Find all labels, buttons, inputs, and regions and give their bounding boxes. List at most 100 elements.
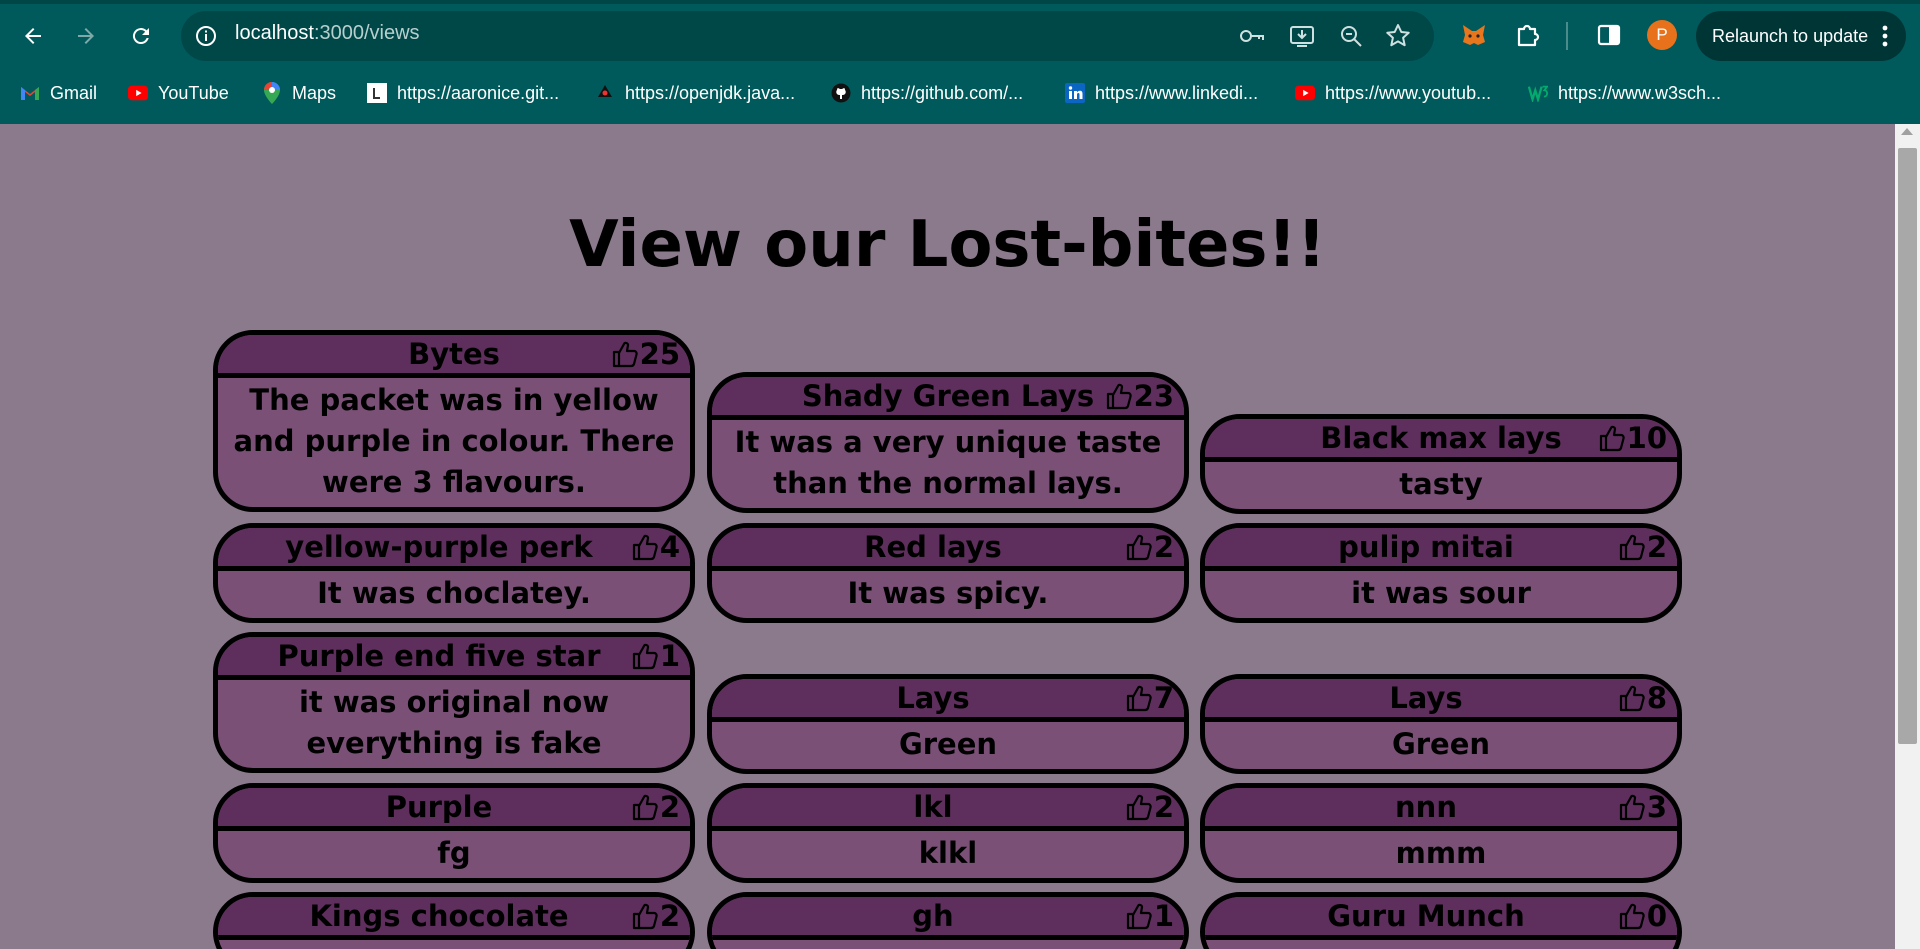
card-header: Guru Munch 0	[1205, 897, 1677, 940]
password-key-icon[interactable]	[1238, 22, 1266, 50]
snack-card: pulip mitai 2 it was sour	[1200, 523, 1682, 623]
card-header: Kings chocolate 2	[218, 897, 690, 940]
thumbs-up-icon	[1126, 685, 1152, 712]
snack-card: nnn 3 mmm	[1200, 783, 1682, 883]
relaunch-button[interactable]: Relaunch to update	[1696, 11, 1906, 61]
card-title: yellow-purple perk	[285, 530, 593, 564]
snack-card: Black max lays 10 tasty	[1200, 414, 1682, 514]
card-description: The packet was in yellow and purple in c…	[233, 383, 675, 499]
like-count: 4	[659, 530, 680, 564]
thumbs-up-icon	[1106, 383, 1132, 410]
side-panel-icon[interactable]	[1594, 20, 1624, 50]
install-app-icon[interactable]	[1288, 22, 1316, 50]
github-icon	[831, 83, 851, 103]
browser-chrome: localhost:3000/views P Relaunch to updat…	[0, 0, 1920, 124]
linkedin-icon	[1065, 83, 1085, 103]
url-path: :3000/views	[313, 22, 420, 44]
zoom-icon[interactable]	[1337, 22, 1365, 50]
l-icon	[367, 83, 387, 103]
relaunch-label: Relaunch to update	[1712, 25, 1869, 46]
like-count: 7	[1153, 681, 1174, 715]
card-description: It was choclatey.	[317, 576, 591, 610]
snack-card: Purple end five star 1 it was original n…	[213, 632, 695, 773]
like-button[interactable]: 4	[632, 530, 680, 564]
thumbs-up-icon	[612, 341, 638, 368]
card-description: mmm	[1395, 836, 1487, 870]
more-menu-icon[interactable]	[1882, 23, 1888, 49]
card-description: tasty	[1399, 467, 1483, 501]
bookmark-item[interactable]: YouTube	[128, 80, 229, 106]
card-title: pulip mitai	[1338, 530, 1514, 564]
scroll-up-arrow-icon[interactable]	[1901, 128, 1913, 135]
snack-card: gh 1	[707, 892, 1189, 949]
snack-card: Lays 7 Green	[707, 674, 1189, 774]
card-header: pulip mitai 2	[1205, 528, 1677, 571]
gmail-icon	[20, 83, 40, 103]
like-count: 2	[659, 790, 680, 824]
bookmark-item[interactable]: https://www.youtub...	[1295, 80, 1491, 106]
like-count: 8	[1646, 681, 1667, 715]
like-button[interactable]: 2	[1126, 530, 1174, 564]
card-description: Green	[898, 727, 998, 761]
card-title: Kings chocolate	[309, 899, 569, 933]
thumbs-up-icon	[632, 534, 658, 561]
thumbs-up-icon	[1619, 685, 1645, 712]
like-count: 1	[1153, 899, 1174, 933]
back-arrow-icon	[25, 28, 41, 44]
card-description: Green	[1391, 727, 1491, 761]
bookmark-item[interactable]: Maps	[262, 80, 336, 106]
like-button[interactable]: 2	[632, 790, 680, 824]
snack-card: Red lays 2 It was spicy.	[707, 523, 1189, 623]
page-viewport: View our Lost-bites!! Bytes 25 The packe…	[0, 124, 1895, 949]
bookmark-item[interactable]: https://www.linkedi...	[1065, 80, 1258, 106]
extensions-puzzle-icon[interactable]	[1513, 20, 1543, 50]
bookmark-item[interactable]: https://aaronice.git...	[367, 80, 559, 106]
snack-card: Purple 2 fg	[213, 783, 695, 883]
card-title: Purple end five star	[277, 639, 601, 673]
thumbs-up-icon	[632, 643, 658, 670]
bookmark-star-icon[interactable]	[1384, 22, 1412, 50]
like-button[interactable]: 2	[1619, 530, 1667, 564]
like-button[interactable]: 7	[1126, 681, 1174, 715]
like-button[interactable]: 2	[632, 899, 680, 933]
url-text[interactable]: localhost:3000/views	[235, 22, 420, 45]
snack-card: Guru Munch 0	[1200, 892, 1682, 949]
like-button[interactable]: 3	[1619, 790, 1667, 824]
like-count: 10	[1626, 421, 1667, 455]
site-info-icon[interactable]	[195, 25, 217, 47]
like-button[interactable]: 1	[632, 639, 680, 673]
reload-button[interactable]	[125, 20, 157, 52]
card-description: It was spicy.	[847, 576, 1049, 610]
card-title: lkl	[913, 790, 953, 824]
card-title: Purple	[385, 790, 493, 824]
bookmark-item[interactable]: https://openjdk.java...	[595, 80, 795, 106]
bookmark-item[interactable]: Gmail	[20, 80, 97, 106]
card-header: Red lays 2	[712, 528, 1184, 571]
bookmark-item[interactable]: https://www.w3sch...	[1528, 80, 1721, 106]
scrollbar-thumb[interactable]	[1898, 148, 1917, 744]
page-title: View our Lost-bites!!	[569, 208, 1326, 282]
back-button[interactable]	[17, 20, 49, 52]
card-title: gh	[912, 899, 954, 933]
like-button[interactable]: 2	[1126, 790, 1174, 824]
forward-button[interactable]	[70, 20, 102, 52]
duke-icon	[595, 83, 615, 103]
like-button[interactable]: 23	[1106, 379, 1174, 413]
like-button[interactable]: 10	[1599, 421, 1667, 455]
card-header: lkl 2	[712, 788, 1184, 831]
like-button[interactable]: 25	[612, 337, 680, 371]
url-host: localhost	[235, 22, 314, 44]
like-button[interactable]: 8	[1619, 681, 1667, 715]
card-header: gh 1	[712, 897, 1184, 940]
like-button[interactable]: 0	[1619, 899, 1667, 933]
like-button[interactable]: 1	[1126, 899, 1174, 933]
card-title: Guru Munch	[1327, 899, 1525, 933]
card-header: Black max lays 10	[1205, 419, 1677, 462]
card-header: yellow-purple perk 4	[218, 528, 690, 571]
like-count: 23	[1133, 379, 1174, 413]
bookmark-item[interactable]: https://github.com/...	[831, 80, 1023, 106]
metamask-fox-icon[interactable]	[1459, 20, 1489, 50]
tab-strip	[0, 0, 1920, 4]
profile-avatar[interactable]: P	[1647, 20, 1677, 50]
w3schools-icon	[1528, 83, 1548, 103]
